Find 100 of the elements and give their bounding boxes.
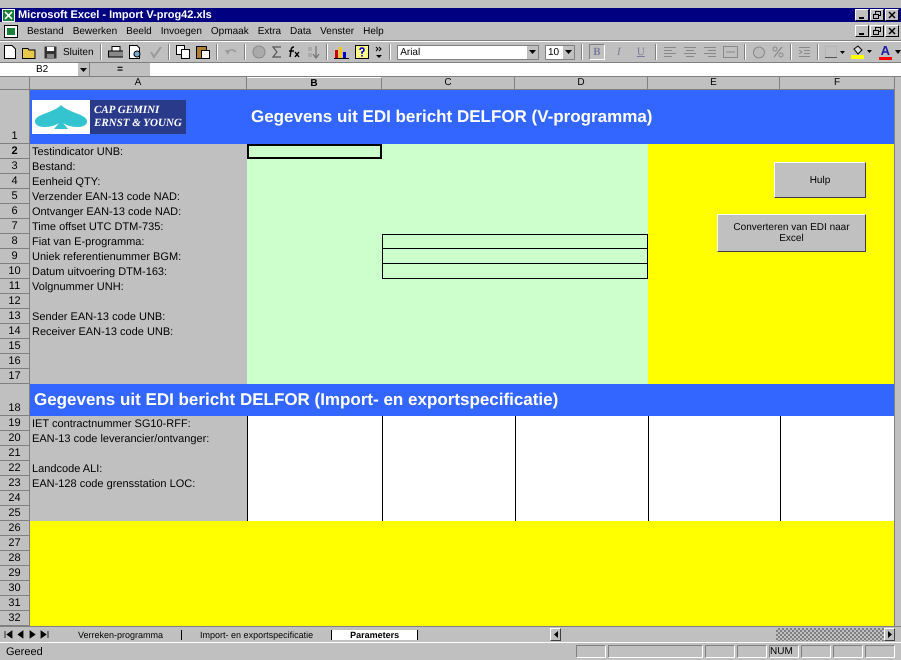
row-header[interactable]: 6 [0,204,30,219]
help-button[interactable]: Hulp [774,162,866,198]
row-header[interactable]: 3 [0,159,30,174]
row-header[interactable]: 17 [0,369,30,384]
row-header[interactable]: 30 [0,581,30,596]
logo-text: CAP GEMINI [94,104,160,117]
row-header[interactable]: 15 [0,339,30,354]
previous-sheet-icon[interactable] [16,630,25,639]
row-header[interactable]: 22 [0,461,30,476]
menu-item[interactable]: Bestand [27,26,64,36]
font-dropdown[interactable]: Arial [397,44,539,60]
font-size-dropdown[interactable]: 10 [544,44,575,60]
more-tools-icon[interactable] [375,46,384,58]
first-sheet-icon[interactable] [4,630,13,639]
restore-button[interactable] [870,25,884,37]
menu-item[interactable]: Opmaak [210,26,249,36]
row-header[interactable]: 28 [0,551,30,566]
minimize-button[interactable] [855,25,869,37]
minimize-button[interactable] [855,9,869,21]
status-pane [737,645,767,658]
field-label: Receiver EAN-13 code UNB: [31,325,174,339]
last-sheet-icon[interactable] [40,630,49,639]
close-button[interactable] [885,9,899,21]
row-header[interactable]: 32 [0,611,30,626]
column-header[interactable]: D [515,77,648,90]
row-header[interactable]: 27 [0,536,30,551]
field-label: Sender EAN-13 code UNB: [31,310,166,324]
row-header[interactable]: 13 [0,309,30,324]
row-header[interactable]: 29 [0,566,30,581]
column-header[interactable]: A [30,77,247,90]
row-header[interactable]: 20 [0,431,30,446]
row-header[interactable]: 4 [0,174,30,189]
column-header[interactable]: F [780,77,895,90]
row-header[interactable]: 1 [0,90,30,144]
help-icon[interactable] [355,45,370,59]
chart-icon[interactable] [334,45,350,59]
field-label: Bestand: [31,160,76,174]
menu-item[interactable]: Extra [258,26,282,36]
row-header[interactable]: 23 [0,476,30,491]
convert-button[interactable]: Converteren van EDI naar Excel [717,214,866,252]
status-pane [833,645,863,658]
save-icon[interactable] [44,46,57,58]
field-label: Datum uitvoering DTM-163: [31,265,168,279]
horizontal-scrollbar[interactable] [550,628,895,641]
row-header[interactable]: 31 [0,596,30,611]
menu-item[interactable]: Bewerken [72,26,118,36]
formula-equals-button[interactable]: = [90,63,150,76]
close-file-button[interactable]: Sluiten [62,46,94,58]
menu-item[interactable]: Venster [320,26,354,36]
column-header[interactable]: B [247,77,382,90]
row-header[interactable]: 14 [0,324,30,339]
row-header[interactable]: 19 [0,416,30,431]
row-header[interactable]: 21 [0,446,30,461]
row-header[interactable]: 16 [0,354,30,369]
scroll-right-icon[interactable] [888,631,892,638]
sum-icon[interactable] [272,46,282,58]
menu-item[interactable]: Beeld [126,26,152,36]
scroll-left-icon[interactable] [554,631,558,638]
fill-color-icon[interactable] [850,45,873,59]
workbook-icon[interactable] [4,24,18,38]
field-label: Testindicator UNB: [31,145,124,159]
printer-icon[interactable] [108,46,124,58]
input-field[interactable] [382,264,648,279]
row-header[interactable]: 5 [0,189,30,204]
row-header[interactable]: 12 [0,294,30,309]
caret-icon [528,50,536,54]
row-header[interactable]: 2 [0,144,30,159]
font-color-button[interactable]: A [878,44,901,60]
row-header[interactable]: 8 [0,234,30,249]
selected-cell[interactable] [247,144,382,159]
row-header[interactable]: 11 [0,279,30,294]
new-document-icon[interactable] [4,45,16,59]
row-header[interactable]: 25 [0,506,30,521]
row-header[interactable]: 18 [0,384,30,416]
row-header[interactable]: 9 [0,249,30,264]
input-field[interactable] [382,249,648,264]
function-icon[interactable] [288,46,302,58]
caret-icon [894,50,901,54]
menu-item[interactable]: Data [290,26,312,36]
input-field[interactable] [382,234,648,249]
row-header[interactable]: 7 [0,219,30,234]
borders-icon[interactable] [824,46,845,58]
merge-cells-icon[interactable] [722,46,738,58]
sheet-tab[interactable]: Parameters [332,630,418,640]
column-header[interactable]: E [648,77,780,90]
row-header[interactable]: 24 [0,491,30,506]
menu-item[interactable]: Help [363,26,384,36]
section-title: Gegevens uit EDI bericht DELFOR (Import- en exportspecificatie) [33,390,558,410]
close-button[interactable] [885,25,899,37]
menu-item[interactable]: Invoegen [160,26,202,36]
field-label: Eenheid QTY: [31,175,100,189]
copy-icon[interactable] [176,45,190,59]
next-sheet-icon[interactable] [28,630,37,639]
print-preview-icon[interactable] [129,45,144,59]
column-header[interactable]: C [382,77,515,90]
row-header[interactable]: 10 [0,264,30,279]
restore-button[interactable] [870,9,884,21]
paste-icon[interactable] [196,45,210,59]
folder-icon[interactable] [22,46,38,58]
row-header[interactable]: 26 [0,521,30,536]
